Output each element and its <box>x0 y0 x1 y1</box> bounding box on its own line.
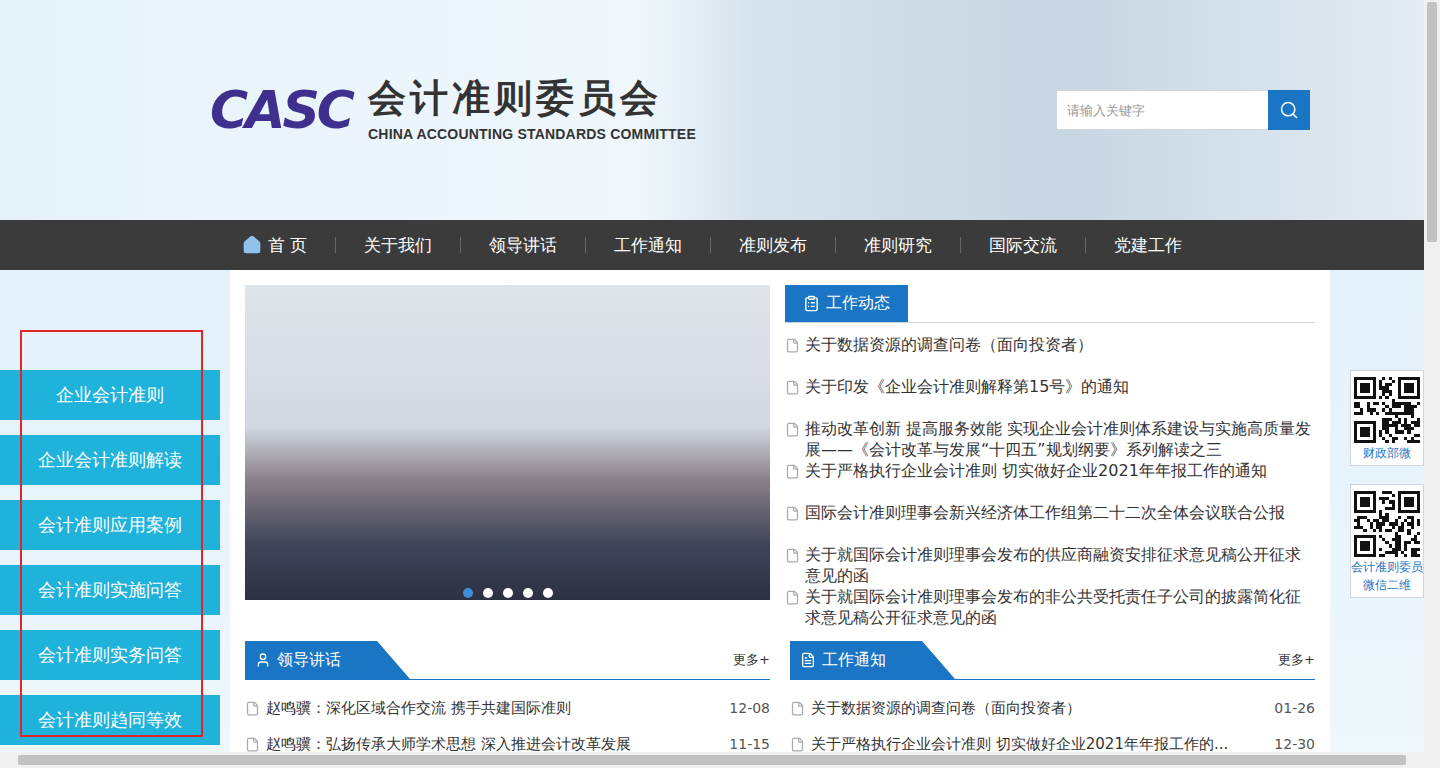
qr-caption: 财政部微 <box>1363 445 1411 461</box>
document-icon <box>245 737 260 752</box>
qr-card[interactable]: 财政部微 <box>1350 370 1424 466</box>
site-subtitle: CHINA ACCOUNTING STANDARDS COMMITTEE <box>368 126 696 142</box>
document-icon <box>790 737 805 752</box>
nav-item[interactable]: 关于我们 <box>335 237 460 253</box>
nav-item[interactable]: 准则研究 <box>835 237 960 253</box>
clipboard-icon <box>803 295 820 312</box>
nav-item[interactable]: 国际交流 <box>960 237 1085 253</box>
document-icon <box>785 338 800 353</box>
logo-text: 会计准则委员会 CHINA ACCOUNTING STANDARDS COMMIT… <box>368 78 696 142</box>
qr-code-icon <box>1354 491 1420 557</box>
row-date: 01-26 <box>1274 697 1315 719</box>
more-link[interactable]: 更多+ <box>733 651 770 669</box>
document-icon <box>785 506 800 521</box>
horizontal-scrollbar[interactable] <box>0 752 1424 768</box>
sidebar-item[interactable]: 会计准则实施问答 <box>0 565 220 615</box>
bottom-row: 领导讲话 更多+ 赵鸣骥：深化区域合作交流 携手共建国际准则12-08赵鸣骥：弘扬传… <box>245 641 1315 752</box>
qr-code-icon <box>1354 377 1420 443</box>
logo-mark: CASC <box>210 84 352 136</box>
carousel-dot[interactable] <box>523 588 533 598</box>
nav-item[interactable]: 准则发布 <box>710 237 835 253</box>
qr-caption: 会计准则委员 <box>1351 559 1423 575</box>
news-item[interactable]: 关于就国际会计准则理事会发布的非公共受托责任子公司的披露简化征求意见稿公开征求意… <box>785 586 1315 628</box>
panel-tab[interactable]: 领导讲话 <box>245 641 410 679</box>
person-icon <box>255 652 271 668</box>
news-header: 工作动态 <box>785 285 1315 323</box>
main-nav: 首 页关于我们领导讲话工作通知准则发布准则研究国际交流党建工作 <box>0 220 1424 270</box>
news-item[interactable]: 关于就国际会计准则理事会发布的供应商融资安排征求意见稿公开征求意见的函 <box>785 544 1315 586</box>
sidebar-item[interactable]: 会计准则趋同等效 <box>0 695 220 745</box>
qr-column: 财政部微会计准则委员微信二维 <box>1330 270 1424 752</box>
nav-item[interactable]: 领导讲话 <box>460 237 585 253</box>
row-date: 12-30 <box>1274 733 1315 752</box>
document-icon <box>785 380 800 395</box>
news-item[interactable]: 推动改革创新 提高服务效能 实现企业会计准则体系建设与实施高质量发展——《会计改… <box>785 418 1315 460</box>
news-item[interactable]: 关于数据资源的调查问卷（面向投资者） <box>785 334 1315 376</box>
search-box <box>1056 90 1310 130</box>
list-panel: 工作通知 更多+ 关于数据资源的调查问卷（面向投资者）01-26关于严格执行企业会计… <box>790 641 1315 752</box>
qr-card[interactable]: 会计准则委员微信二维 <box>1350 484 1424 598</box>
search-icon <box>1279 100 1299 120</box>
sidebar: 企业会计准则企业会计准则解读会计准则应用案例会计准则实施问答会计准则实务问答会计… <box>0 270 230 752</box>
document-icon <box>245 701 260 716</box>
panel-header: 领导讲话 更多+ <box>245 641 770 680</box>
site-header: CASC 会计准则委员会 CHINA ACCOUNTING STANDARDS CO… <box>0 0 1424 220</box>
panel-row[interactable]: 赵鸣骥：弘扬传承大师学术思想 深入推进会计改革发展11-15 <box>245 733 770 752</box>
panel-list: 关于数据资源的调查问卷（面向投资者）01-26关于严格执行企业会计准则 切实做好… <box>790 680 1315 752</box>
carousel-dot[interactable] <box>503 588 513 598</box>
more-link[interactable]: 更多+ <box>1278 651 1315 669</box>
logo[interactable]: CASC 会计准则委员会 CHINA ACCOUNTING STANDARDS CO… <box>210 78 696 142</box>
panel-row[interactable]: 赵鸣骥：深化区域合作交流 携手共建国际准则12-08 <box>245 697 770 733</box>
news-item[interactable]: 关于印发《企业会计准则解释第15号》的通知 <box>785 376 1315 418</box>
panel-list: 赵鸣骥：深化区域合作交流 携手共建国际准则12-08赵鸣骥：弘扬传承大师学术思想… <box>245 680 770 752</box>
row-date: 11-15 <box>729 733 770 752</box>
row-date: 12-08 <box>729 697 770 719</box>
document-icon <box>785 548 800 563</box>
sidebar-item[interactable]: 会计准则应用案例 <box>0 500 220 550</box>
page: CASC 会计准则委员会 CHINA ACCOUNTING STANDARDS CO… <box>0 0 1424 768</box>
qr-caption: 微信二维 <box>1363 577 1411 593</box>
top-row: 工作动态关于数据资源的调查问卷（面向投资者）关于印发《企业会计准则解释第15号》… <box>245 285 1315 628</box>
site-title: 会计准则委员会 <box>368 78 696 120</box>
search-input[interactable] <box>1056 90 1268 130</box>
nav-item[interactable]: 工作通知 <box>585 237 710 253</box>
carousel-dot[interactable] <box>543 588 553 598</box>
home-icon <box>242 235 262 255</box>
document-icon <box>785 590 800 605</box>
carousel-dots <box>245 588 770 598</box>
content: 工作动态关于数据资源的调查问卷（面向投资者）关于印发《企业会计准则解释第15号》… <box>230 270 1330 752</box>
panel-header: 工作通知 更多+ <box>790 641 1315 680</box>
scrollbar-thumb[interactable] <box>18 755 1406 765</box>
carousel-dot[interactable] <box>463 588 473 598</box>
browser-page: CASC 会计准则委员会 CHINA ACCOUNTING STANDARDS CO… <box>0 0 1440 768</box>
nav-item[interactable]: 首 页 <box>214 235 335 255</box>
document-icon <box>790 701 805 716</box>
carousel[interactable] <box>245 285 770 600</box>
sidebar-item[interactable]: 会计准则实务问答 <box>0 630 220 680</box>
news-tab[interactable]: 工作动态 <box>785 285 908 322</box>
panel-tab[interactable]: 工作通知 <box>790 641 955 679</box>
search-button[interactable] <box>1268 90 1310 130</box>
document-icon <box>785 422 800 437</box>
carousel-dot[interactable] <box>483 588 493 598</box>
sidebar-item[interactable]: 企业会计准则 <box>0 370 220 420</box>
panel-row[interactable]: 关于严格执行企业会计准则 切实做好企业2021年年报工作的...12-30 <box>790 733 1315 752</box>
document-icon <box>785 464 800 479</box>
vertical-scrollbar[interactable] <box>1424 0 1440 768</box>
scrollbar-thumb[interactable] <box>1427 2 1437 242</box>
news-panel: 工作动态关于数据资源的调查问卷（面向投资者）关于印发《企业会计准则解释第15号》… <box>785 285 1315 628</box>
news-list: 关于数据资源的调查问卷（面向投资者）关于印发《企业会计准则解释第15号》的通知推… <box>785 323 1315 628</box>
list-panel: 领导讲话 更多+ 赵鸣骥：深化区域合作交流 携手共建国际准则12-08赵鸣骥：弘扬传… <box>245 641 770 752</box>
document-icon <box>800 652 816 668</box>
main-area: 企业会计准则企业会计准则解读会计准则应用案例会计准则实施问答会计准则实务问答会计… <box>0 270 1424 752</box>
panel-row[interactable]: 关于数据资源的调查问卷（面向投资者）01-26 <box>790 697 1315 733</box>
news-item[interactable]: 关于严格执行企业会计准则 切实做好企业2021年年报工作的通知 <box>785 460 1315 502</box>
sidebar-item[interactable]: 企业会计准则解读 <box>0 435 220 485</box>
news-item[interactable]: 国际会计准则理事会新兴经济体工作组第二十二次全体会议联合公报 <box>785 502 1315 544</box>
nav-item[interactable]: 党建工作 <box>1085 237 1210 253</box>
highlight-box <box>20 330 203 737</box>
